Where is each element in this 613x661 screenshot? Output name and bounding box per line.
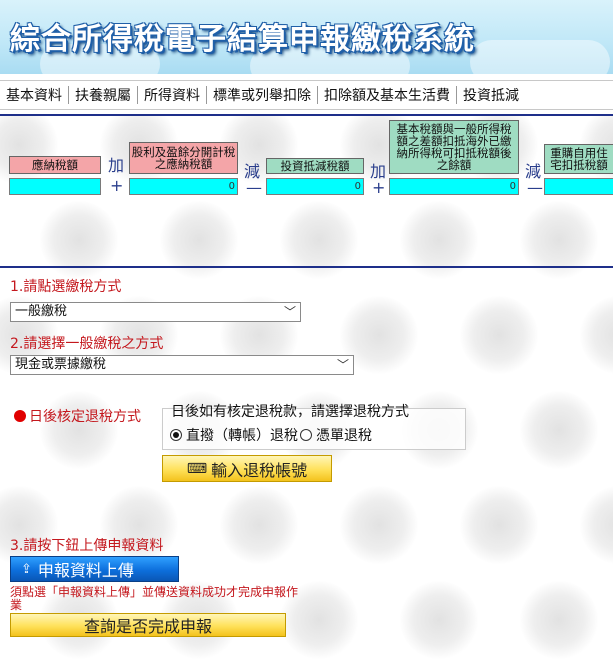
tax-payable-label: 應納稅額 <box>9 156 101 174</box>
home-repurchase-value <box>544 178 613 195</box>
radio-check-refund[interactable] <box>300 429 312 441</box>
chevron-down-icon: ﹀ <box>283 305 296 319</box>
step3-label: 3.請按下鈕上傳申報資料 <box>10 538 164 554</box>
operator-symbol: — <box>527 178 543 197</box>
watermark-seal <box>520 581 598 659</box>
basic-tax-diff-label: 基本稅額與一般所得稅額之差額扣抵海外已繳納所得稅可扣抵稅額後之餘額 <box>389 120 519 174</box>
watermark-seal <box>580 296 613 374</box>
refund-method-label: 日後核定退稅方式 <box>14 406 141 426</box>
watermark-seal <box>460 486 538 564</box>
watermark-seal <box>460 296 538 374</box>
operator-symbol: + <box>372 178 386 197</box>
enter-refund-account-label: 輸入退稅帳號 <box>211 460 308 480</box>
watermark-seal <box>520 391 598 469</box>
app-title: 綜合所得稅電子結算申報繳稅系統 <box>10 22 475 57</box>
upload-declaration-label: 申報資料上傳 <box>37 561 134 580</box>
red-dot-icon <box>14 410 26 422</box>
refund-radio-group: 直撥（轉帳）退稅 憑單退稅 <box>170 425 372 445</box>
upload-note: 須點選「申報資料上傳」並傳送資料成功才完成申報作業 <box>10 585 299 612</box>
tab-investment-credit[interactable]: 投資抵減 <box>457 81 525 109</box>
chevron-down-icon: ﹀ <box>336 358 349 372</box>
watermark-seal <box>40 391 118 469</box>
dividend-tax-value: 0 <box>129 178 238 195</box>
upload-icon: ⇪ <box>21 561 32 577</box>
payment-method-value: 一般繳稅 <box>15 304 68 319</box>
main-nav: 基本資料 扶養親屬 所得資料 標準或列舉扣除 扣除額及基本生活費 投資抵減 <box>0 80 613 110</box>
tax-payable-value <box>9 178 101 195</box>
tax-formula-row: 應納稅額 加 + 股利及盈餘分開計稅之應納稅額 0 減 — 投資抵減稅額 0 加… <box>0 116 613 268</box>
step1-label: 1.請點選繳稅方式 <box>10 279 122 295</box>
step2-label: 2.請選擇一般繳稅之方式 <box>10 336 164 352</box>
tab-dependents[interactable]: 扶養親屬 <box>69 81 137 109</box>
payment-method-select[interactable]: 一般繳稅 ﹀ <box>10 302 301 322</box>
dividend-tax-label: 股利及盈餘分開計稅之應納稅額 <box>129 142 238 174</box>
operator-symbol: + <box>110 176 124 195</box>
tab-income[interactable]: 所得資料 <box>138 81 206 109</box>
tab-basic-info[interactable]: 基本資料 <box>0 81 68 109</box>
refund-method-text: 日後核定退稅方式 <box>29 409 141 425</box>
basic-tax-diff-value: 0 <box>389 178 519 195</box>
payment-submethod-value: 現金或票據繳稅 <box>15 357 107 372</box>
header-banner: 綜合所得稅電子結算申報繳稅系統 <box>0 0 613 74</box>
radio-direct-refund[interactable] <box>170 429 182 441</box>
check-completion-button[interactable]: 查詢是否完成申報 <box>10 613 286 637</box>
operator-symbol: — <box>246 178 262 197</box>
tab-deductions[interactable]: 標準或列舉扣除 <box>207 81 317 109</box>
radio-check-refund-label[interactable]: 憑單退稅 <box>316 425 372 445</box>
watermark-seal <box>400 581 478 659</box>
investment-credit-label: 投資抵減稅額 <box>266 158 364 174</box>
home-repurchase-label: 重購自用住宅扣抵稅額 <box>544 144 613 174</box>
watermark-seal <box>580 486 613 564</box>
operator-word: 加 <box>108 156 125 175</box>
watermark-seal <box>220 486 298 564</box>
radio-direct-refund-label[interactable]: 直撥（轉帳）退稅 <box>186 425 298 445</box>
upload-declaration-button[interactable]: ⇪ 申報資料上傳 <box>10 556 179 582</box>
tab-exemptions[interactable]: 扣除額及基本生活費 <box>318 81 456 109</box>
investment-credit-value: 0 <box>266 178 364 195</box>
watermark-seal <box>340 486 418 564</box>
check-completion-label: 查詢是否完成申報 <box>83 617 212 636</box>
payment-submethod-select[interactable]: 現金或票據繳稅 ﹀ <box>10 355 354 375</box>
enter-refund-account-button[interactable]: ⌨ 輸入退稅帳號 <box>162 455 332 482</box>
refund-question: 日後如有核定退稅款，請選擇退稅方式 <box>171 404 409 420</box>
tax-calc-panel: 應納稅額 加 + 股利及盈餘分開計稅之應納稅額 0 減 — 投資抵減稅額 0 加… <box>0 114 613 661</box>
keyboard-icon: ⌨ <box>186 460 208 477</box>
